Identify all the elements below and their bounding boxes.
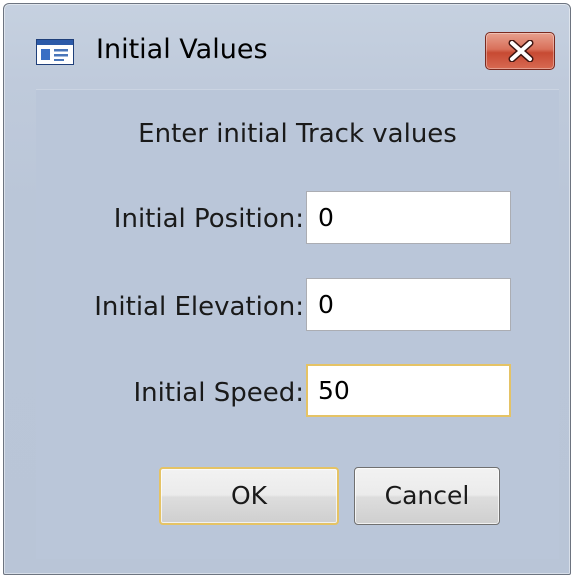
initial-position-label: Initial Position:: [113, 204, 304, 234]
close-x-icon: [508, 40, 534, 62]
title-bar[interactable]: Initial Values: [4, 4, 570, 94]
initial-elevation-input[interactable]: [306, 278, 511, 331]
dialog-header: Enter initial Track values: [138, 119, 457, 149]
dialog-content: Enter initial Track values Initial Posit…: [36, 89, 559, 559]
initial-speed-input[interactable]: [306, 364, 511, 417]
cancel-button[interactable]: Cancel: [354, 467, 500, 525]
initial-elevation-label: Initial Elevation:: [94, 292, 304, 322]
window-title: Initial Values: [96, 34, 268, 65]
initial-speed-label: Initial Speed:: [133, 378, 304, 408]
dialog-window: Initial Values Enter initial Track value…: [3, 3, 571, 575]
initial-position-input[interactable]: [306, 191, 511, 244]
window-app-icon: [36, 39, 74, 65]
ok-button[interactable]: OK: [159, 467, 339, 525]
close-button[interactable]: [485, 32, 555, 70]
